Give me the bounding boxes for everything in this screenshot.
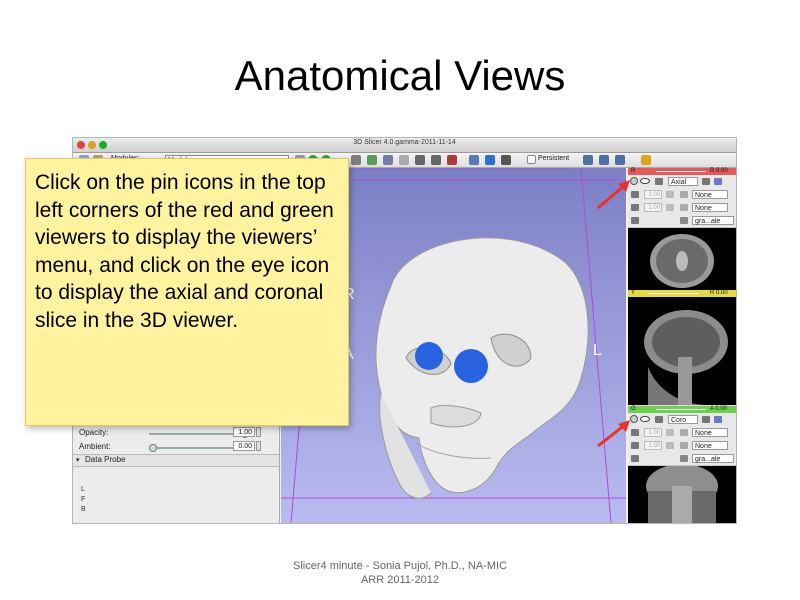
tools-icon[interactable] <box>615 155 625 165</box>
slash-icon[interactable] <box>447 155 457 165</box>
yellow-letter: Y <box>631 290 636 296</box>
green-eye-icon[interactable] <box>640 416 650 422</box>
green-link-icon[interactable] <box>655 416 663 423</box>
green-fg-layer-icon <box>680 429 688 436</box>
pointer-icon[interactable] <box>501 155 511 165</box>
green-fg-eye-icon[interactable] <box>666 429 674 436</box>
red-slice-bar[interactable]: R R 0.00 <box>628 168 736 175</box>
green-opacity2[interactable]: 1.00 <box>644 441 662 450</box>
grid-icon[interactable] <box>469 155 479 165</box>
red-orientation-select[interactable]: Axial <box>668 177 698 186</box>
right-eyeball <box>454 349 488 383</box>
red-eye-icon[interactable] <box>640 178 650 184</box>
green-bg-eye-icon[interactable] <box>666 442 674 449</box>
green-slice-value: A 0.00 <box>710 406 728 412</box>
green-label-icon <box>631 455 639 462</box>
red-controls-row4: gra...ale <box>628 214 736 228</box>
arrow-to-green-pin <box>597 420 630 448</box>
red-fg-eye-icon[interactable] <box>666 191 674 198</box>
window-title: 3D Slicer 4.0.gamma-2011-11-14 <box>353 139 456 146</box>
camera-icon[interactable] <box>599 155 609 165</box>
red-eye-toggle-icon[interactable] <box>714 178 722 185</box>
red-controls-row2: 1.00 None <box>628 188 736 202</box>
green-bg-layer-icon <box>680 442 688 449</box>
red-label-select[interactable]: gra...ale <box>692 216 734 225</box>
footer-line1: Slicer4 minute - Sonia Pujol, Ph.D., NA-… <box>293 560 507 572</box>
green-layout-icon[interactable] <box>702 416 710 423</box>
yellow-slice-image[interactable] <box>628 297 736 405</box>
green-controls-row2: 1.00 None <box>628 426 736 440</box>
footer-line2: ARR 2011-2012 <box>360 574 440 586</box>
left-eyeball <box>415 342 443 370</box>
green-label-select[interactable]: gra...ale <box>692 454 734 463</box>
red-opacity2[interactable]: 1.00 <box>644 203 662 212</box>
probe-l: L <box>81 486 85 493</box>
red-link-icon[interactable] <box>655 178 663 185</box>
window-titlebar: 3D Slicer 4.0.gamma-2011-11-14 <box>73 138 736 153</box>
green-layer1-select[interactable]: None <box>692 428 728 437</box>
green-controls-row4: gra...ale <box>628 452 736 466</box>
green-letter: G <box>631 406 636 412</box>
yellow-slice-value: R 0.00 <box>710 290 728 296</box>
red-opacity1[interactable]: 1.00 <box>644 190 662 199</box>
ambient-slider-handle[interactable] <box>149 444 157 452</box>
green-slice-slider[interactable] <box>656 409 706 410</box>
arrow-to-red-pin <box>597 180 630 210</box>
green-slice-image[interactable] <box>628 466 736 523</box>
crosshair-icon[interactable] <box>431 155 441 165</box>
opacity-value[interactable]: 1.00 <box>233 427 255 437</box>
red-slice-slider[interactable] <box>656 171 706 172</box>
green-layer2-select[interactable]: None <box>692 441 728 450</box>
red-layer2-select[interactable]: None <box>692 203 728 212</box>
green-controls-row3: 1.00 None <box>628 439 736 453</box>
opacity-spinner[interactable] <box>256 427 261 437</box>
opacity-label: Opacity: <box>79 428 109 437</box>
red-fg-layer-icon <box>680 191 688 198</box>
data-probe-header[interactable]: ▾ Data Probe <box>73 454 279 467</box>
yellow-slice-slider[interactable] <box>648 293 698 294</box>
red-label-icon <box>631 217 639 224</box>
slide-title: Anatomical Views <box>234 52 566 99</box>
red-label-layer-icon <box>680 217 688 224</box>
green-label-layer-icon <box>680 455 688 462</box>
data-probe-label: Data Probe <box>85 455 126 464</box>
shield-icon[interactable] <box>415 155 425 165</box>
eye-icon[interactable] <box>485 155 495 165</box>
slice-viewers-panel: R R 0.00 Axial 1.00 None 1.00 None gra..… <box>628 168 736 523</box>
ambient-label: Ambient: <box>79 442 111 451</box>
persistent-label: Persistent <box>538 155 570 162</box>
red-controls-row1: Axial <box>628 175 736 189</box>
probe-f: F <box>81 496 86 503</box>
red-letter: R <box>631 168 636 174</box>
red-slice-value: R 0.00 <box>710 168 728 174</box>
probe-b: B <box>81 506 86 513</box>
layout-icon[interactable] <box>367 155 377 165</box>
skull-model <box>375 237 589 499</box>
green-controls-row1: Coro <box>628 413 736 427</box>
yellow-slice-bar[interactable]: Y R 0.00 <box>628 290 736 297</box>
red-layout-icon[interactable] <box>702 178 710 185</box>
green-orientation-select[interactable]: Coro <box>668 415 698 424</box>
ambient-value[interactable]: 0.00 <box>233 441 255 451</box>
screenshot-icon[interactable] <box>583 155 593 165</box>
red-layer1-select[interactable]: None <box>692 190 728 199</box>
orientation-l-label: L <box>593 342 602 359</box>
red-slice-image[interactable] <box>628 228 736 290</box>
green-eye-toggle-icon[interactable] <box>714 416 722 423</box>
persistent-checkbox[interactable] <box>527 155 536 164</box>
collapse-arrow-icon: ▾ <box>76 457 80 464</box>
callout-text: Click on the pin icons in the top left c… <box>35 171 334 332</box>
red-controls-row3: 1.00 None <box>628 201 736 215</box>
crosshair-tool-icon[interactable] <box>641 155 651 165</box>
sphere-icon[interactable] <box>399 155 409 165</box>
view-icon[interactable] <box>383 155 393 165</box>
green-opacity1[interactable]: 1.00 <box>644 428 662 437</box>
ambient-spinner[interactable] <box>256 441 261 451</box>
red-bg-layer-icon <box>680 204 688 211</box>
green-slice-bar[interactable]: G A 0.00 <box>628 406 736 413</box>
red-bg-eye-icon[interactable] <box>666 204 674 211</box>
instruction-callout: Click on the pin icons in the top left c… <box>25 158 349 426</box>
home-icon[interactable] <box>351 155 361 165</box>
